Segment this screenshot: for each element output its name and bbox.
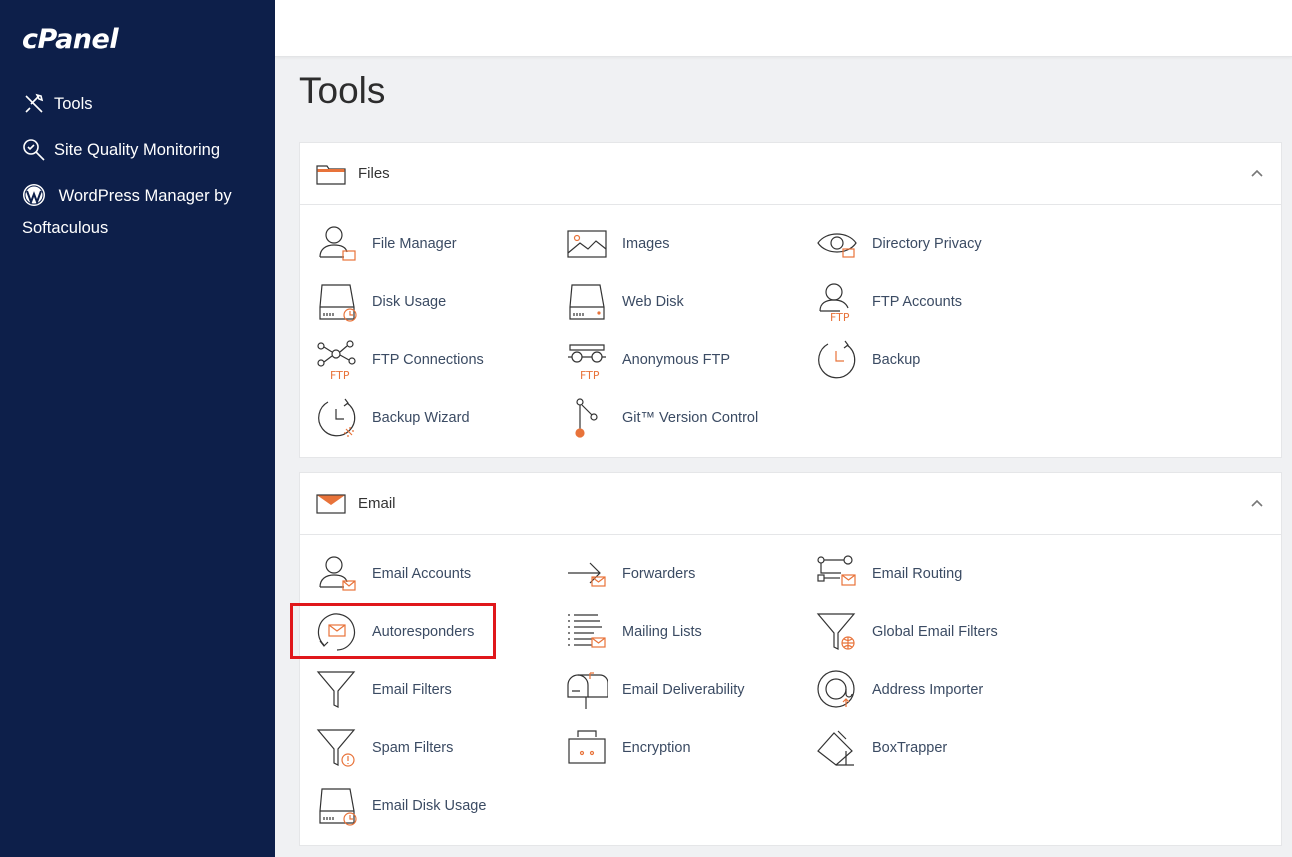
tool-boxtrapper[interactable]: BoxTrapper xyxy=(816,725,947,771)
tool-disk-usage[interactable]: Disk Usage xyxy=(316,279,446,325)
tool-spam-filters[interactable]: Spam Filters xyxy=(316,725,453,771)
tool-images[interactable]: Images xyxy=(566,221,670,267)
tool-label: Encryption xyxy=(622,740,691,756)
tool-directory-privacy[interactable]: Directory Privacy xyxy=(816,221,982,267)
anonymous-ftp-icon: FTP xyxy=(568,344,606,381)
address-importer-icon xyxy=(817,670,855,708)
tool-label: FTP Connections xyxy=(372,352,484,368)
encryption-icon xyxy=(568,730,606,764)
files-panel: Files File Manager Images Directory Priv… xyxy=(299,142,1282,458)
web-disk-icon xyxy=(569,284,605,320)
tool-label: Spam Filters xyxy=(372,740,454,756)
highlight-box xyxy=(290,603,496,659)
files-panel-title: Files xyxy=(358,165,390,182)
git-icon xyxy=(575,398,598,438)
tool-label: Email Filters xyxy=(372,682,452,698)
tool-web-disk[interactable]: Web Disk xyxy=(566,279,684,325)
tool-label: BoxTrapper xyxy=(872,740,948,756)
tool-anonymous-ftp[interactable]: FTP Anonymous FTP xyxy=(566,337,730,383)
tool-ftp-accounts[interactable]: FTP FTP Accounts xyxy=(816,279,962,325)
tool-label: FTP Accounts xyxy=(872,294,962,310)
folder-icon xyxy=(316,164,346,185)
tool-email-accounts[interactable]: Email Accounts xyxy=(316,551,471,597)
email-panel-header[interactable]: Email xyxy=(300,473,1281,535)
tool-label: Global Email Filters xyxy=(872,624,998,640)
tool-email-disk-usage[interactable]: Email Disk Usage xyxy=(316,783,486,829)
images-icon xyxy=(567,230,607,258)
envelope-icon xyxy=(316,493,346,514)
tool-label: File Manager xyxy=(372,236,457,252)
sidebar: cPanel Tools Site Quality Monitoring Wor… xyxy=(0,0,275,857)
tool-global-email-filters[interactable]: Global Email Filters xyxy=(816,609,998,655)
tool-label: Images xyxy=(622,236,670,252)
tool-backup[interactable]: Backup xyxy=(816,337,920,383)
email-deliverability-icon xyxy=(567,672,608,709)
email-panel: Email Email Accounts Forwarders Email Ro… xyxy=(299,472,1282,846)
sidebar-item-wordpress[interactable]: WordPress Manager by Softaculous xyxy=(22,180,262,244)
boxtrapper-icon xyxy=(817,730,854,766)
email-disk-usage-icon xyxy=(319,788,357,826)
cpanel-logo[interactable]: cPanel xyxy=(22,24,119,55)
email-filters-icon xyxy=(316,671,356,708)
ftp-connections-icon: FTP xyxy=(317,340,356,381)
tool-git[interactable]: Git™ Version Control xyxy=(566,395,758,441)
tool-label: Git™ Version Control xyxy=(622,410,759,426)
ftp-icon-text: FTP xyxy=(830,311,850,323)
tool-label: Directory Privacy xyxy=(872,236,982,252)
backup-wizard-icon xyxy=(318,398,356,437)
tool-backup-wizard[interactable]: Backup Wizard xyxy=(316,395,470,441)
tool-ftp-connections[interactable]: FTP FTP Connections xyxy=(316,337,484,383)
directory-privacy-icon xyxy=(817,233,857,258)
file-manager-icon xyxy=(319,226,356,261)
tool-email-filters[interactable]: Email Filters xyxy=(316,667,452,713)
chevron-up-icon[interactable] xyxy=(1249,165,1265,181)
wordpress-icon xyxy=(23,183,45,206)
ftp-icon-text: FTP xyxy=(580,369,600,381)
top-bar xyxy=(275,0,1292,57)
search-icon xyxy=(23,139,45,161)
global-email-filters-icon xyxy=(816,613,856,650)
sidebar-item-site-quality[interactable]: Site Quality Monitoring xyxy=(22,134,220,166)
tool-forwarders[interactable]: Forwarders xyxy=(566,551,695,597)
email-panel-title: Email xyxy=(358,495,396,512)
tool-label: Email Accounts xyxy=(372,566,472,582)
sidebar-item-label: WordPress Manager by Softaculous xyxy=(22,187,232,237)
tool-label: Anonymous FTP xyxy=(622,352,730,368)
email-routing-icon xyxy=(817,555,856,586)
tool-file-manager[interactable]: File Manager xyxy=(316,221,457,267)
tool-email-deliverability[interactable]: Email Deliverability xyxy=(566,667,744,713)
backup-icon xyxy=(818,340,856,379)
sidebar-item-label: Tools xyxy=(54,95,93,113)
tool-email-routing[interactable]: Email Routing xyxy=(816,551,962,597)
email-accounts-icon xyxy=(319,556,356,591)
tool-label: Email Deliverability xyxy=(622,682,745,698)
forwarders-icon xyxy=(568,562,606,587)
spam-filters-icon xyxy=(316,729,356,767)
ftp-icon-text: FTP xyxy=(330,369,350,381)
files-panel-header[interactable]: Files xyxy=(300,143,1281,205)
tool-label: Disk Usage xyxy=(372,294,447,310)
tool-mailing-lists[interactable]: Mailing Lists xyxy=(566,609,702,655)
tool-address-importer[interactable]: Address Importer xyxy=(816,667,983,713)
sidebar-item-label: Site Quality Monitoring xyxy=(54,141,220,159)
tool-label: Email Routing xyxy=(872,566,963,582)
tool-label: Email Disk Usage xyxy=(372,798,487,814)
page-title: Tools xyxy=(299,70,386,111)
ftp-accounts-icon: FTP xyxy=(819,283,850,323)
sidebar-item-tools[interactable]: Tools xyxy=(22,88,93,120)
tool-label: Backup xyxy=(872,352,921,368)
tools-icon xyxy=(25,93,44,113)
tool-label: Backup Wizard xyxy=(372,410,470,426)
tool-label: Forwarders xyxy=(622,566,696,582)
chevron-up-icon[interactable] xyxy=(1249,495,1265,511)
tool-label: Mailing Lists xyxy=(622,624,702,640)
tool-label: Web Disk xyxy=(622,294,684,310)
mailing-lists-icon xyxy=(568,614,606,648)
tool-encryption[interactable]: Encryption xyxy=(566,725,691,771)
disk-usage-icon xyxy=(319,284,357,322)
tool-label: Address Importer xyxy=(872,682,984,698)
